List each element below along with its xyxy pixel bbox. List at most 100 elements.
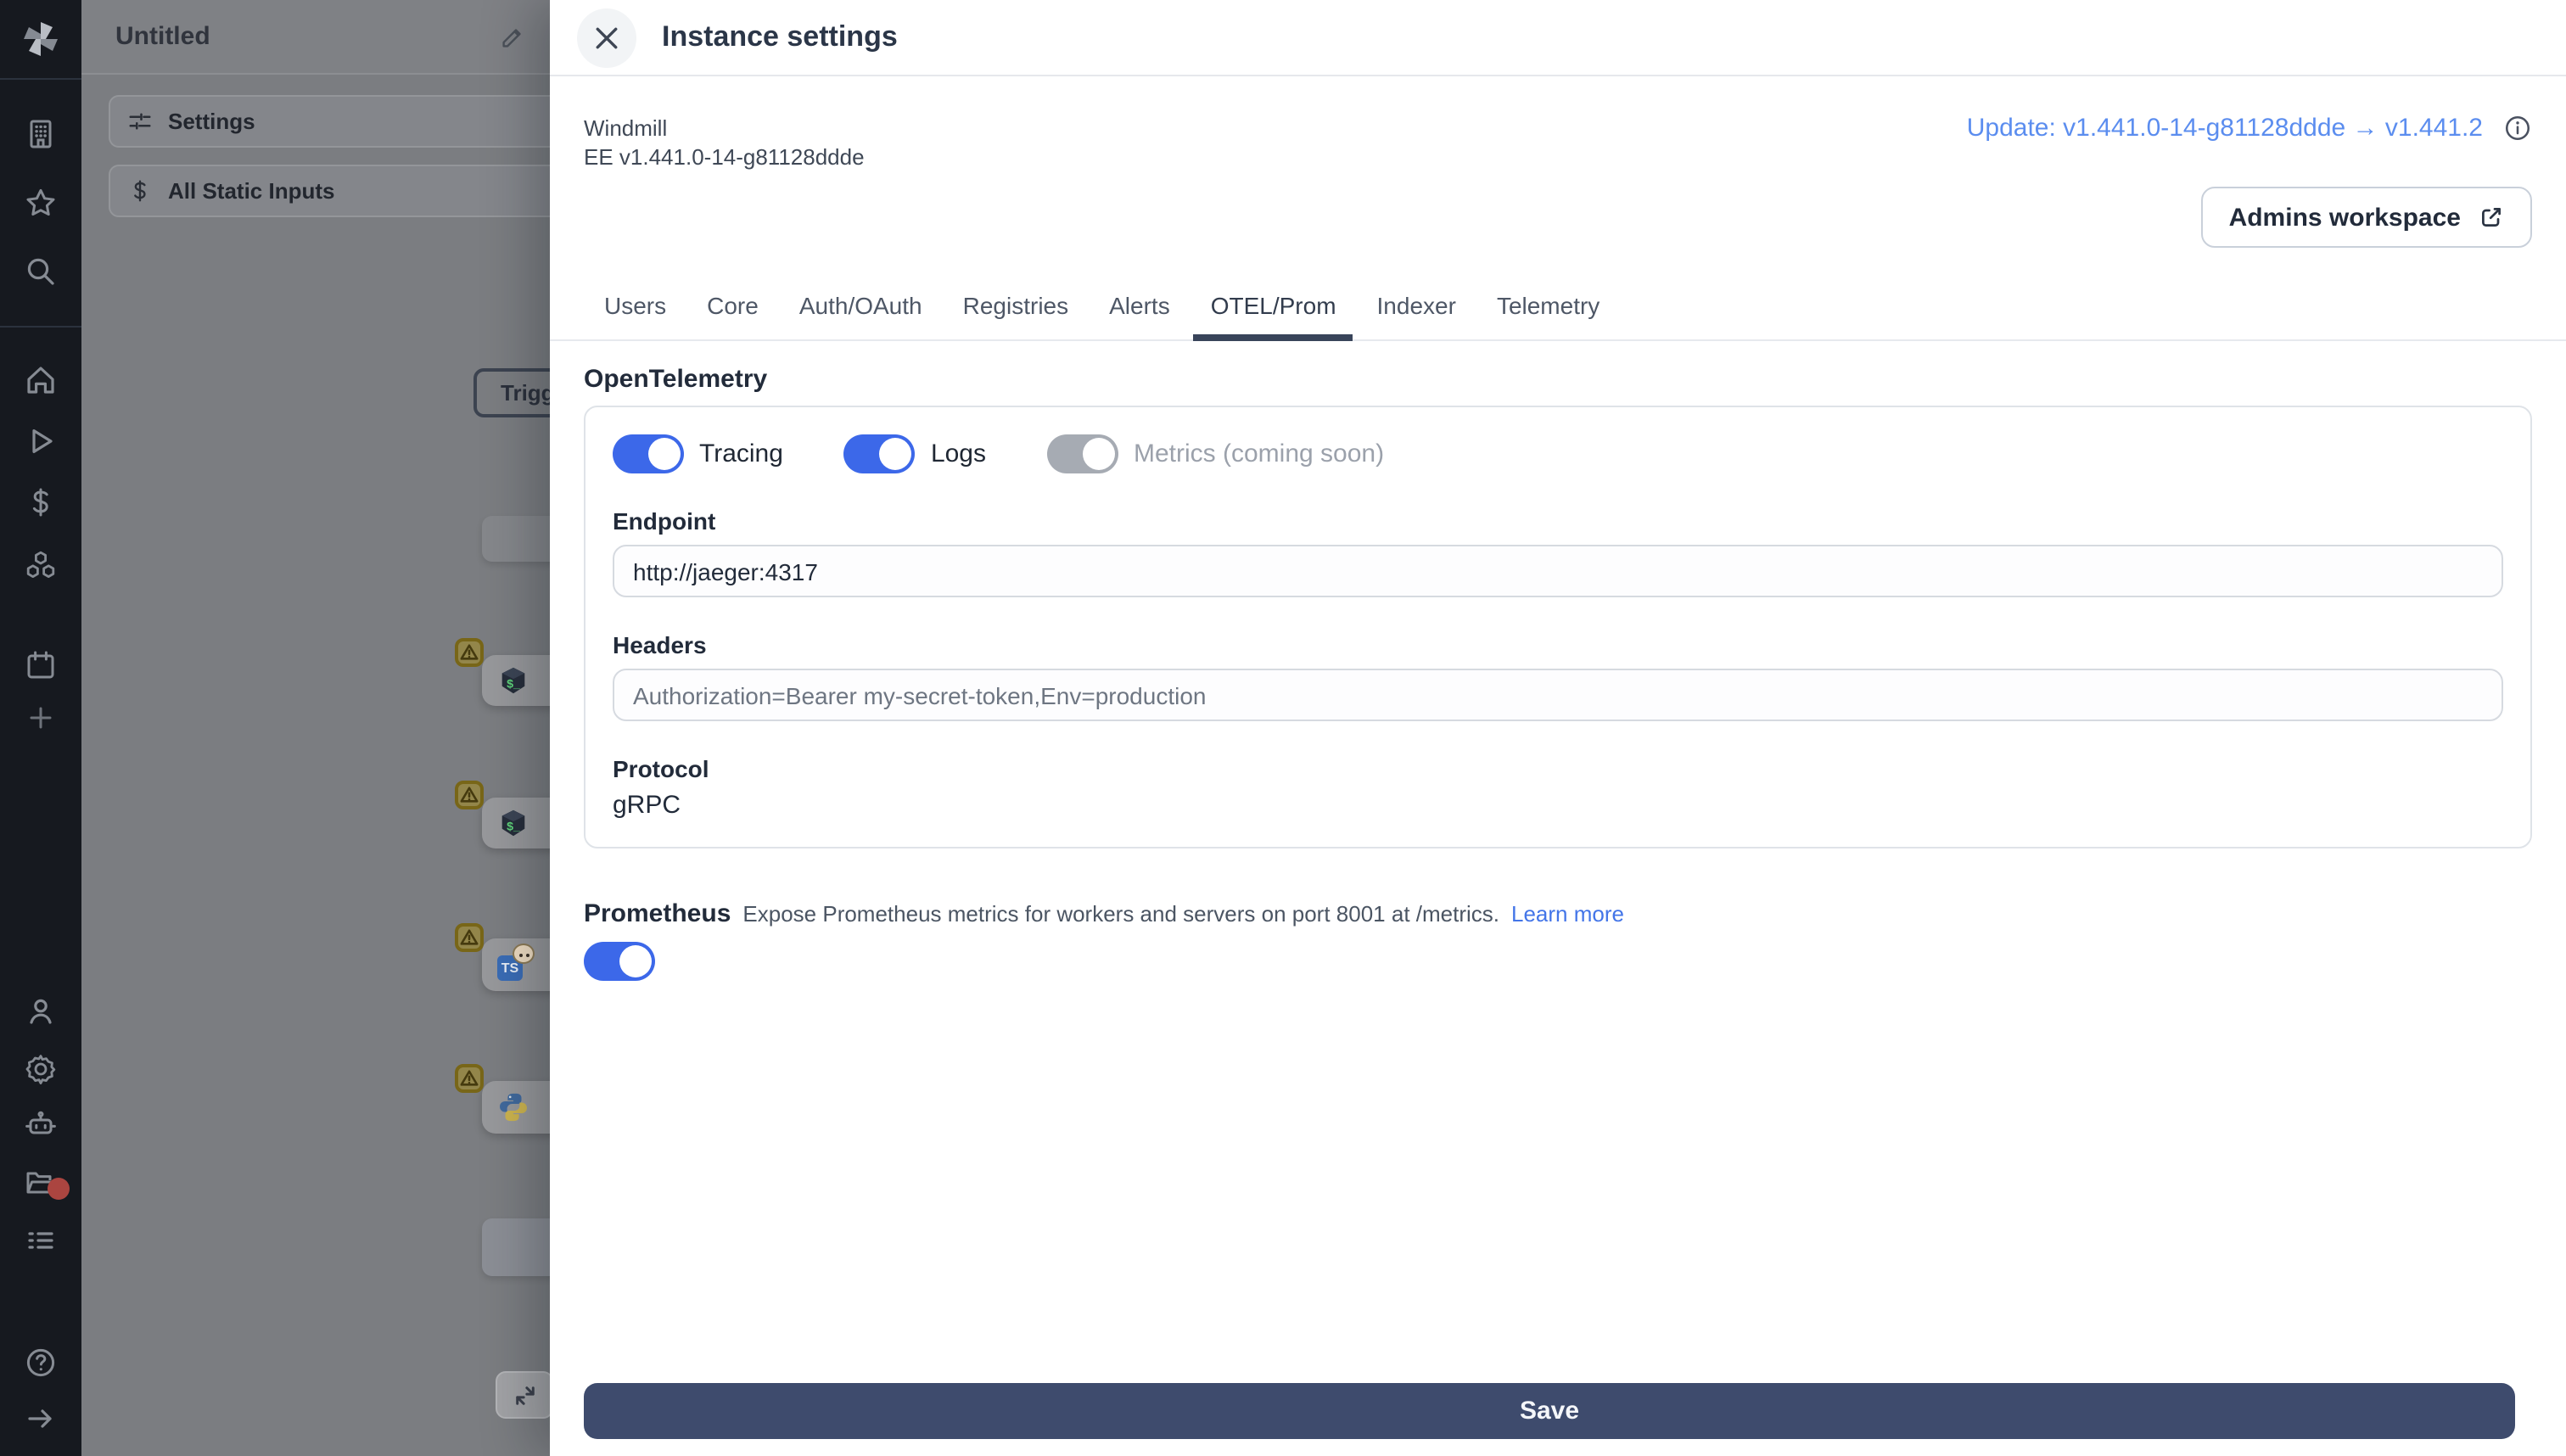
cubes-icon[interactable] [24,548,58,582]
tab-users[interactable]: Users [584,275,686,339]
flow-node-bash[interactable]: $_ [482,798,550,848]
settings-tabs: Users Core Auth/OAuth Registries Alerts … [550,275,2566,341]
help-icon[interactable] [24,1346,58,1380]
drawer-body: Windmill EE v1.441.0-14-g81128ddde Updat… [550,76,2566,1456]
tab-core[interactable]: Core [686,275,779,339]
warning-badge [455,781,484,809]
otel-settings-box: Tracing Logs Metrics (coming soon) Endpo… [584,406,2532,848]
tab-auth-oauth[interactable]: Auth/OAuth [779,275,943,339]
warning-badge [455,923,484,952]
app-sidebar [0,0,81,1456]
all-static-inputs-label: All Static Inputs [168,178,335,204]
logs-switch[interactable] [843,434,916,473]
warning-triangle-icon [460,929,479,945]
building-icon[interactable] [24,117,58,151]
flow-node-placeholder[interactable] [482,1218,550,1276]
warning-badge [455,1064,484,1093]
tab-otel-prom[interactable]: OTEL/Prom [1191,275,1357,341]
logs-label: Logs [930,440,986,468]
update-link[interactable]: Update: v1.441.0-14-g81128ddde → v1.441.… [1967,114,2483,143]
endpoint-label: Endpoint [613,507,716,535]
play-icon[interactable] [24,424,58,458]
update-area: Update: v1.441.0-14-g81128ddde → v1.441.… [1967,114,2532,143]
triggers-node[interactable]: Trigg [473,368,550,417]
svg-text:$_: $_ [507,820,521,833]
user-icon[interactable] [24,994,58,1028]
warning-triangle-icon [460,1070,479,1086]
otel-heading: OpenTelemetry [584,365,768,394]
prometheus-description: Expose Prometheus metrics for workers an… [742,901,1499,927]
tab-registries[interactable]: Registries [943,275,1090,339]
bash-script-icon: $_ [501,666,525,693]
flow-topbar: Untitled [81,0,550,75]
sidebar-divider [0,326,81,328]
warning-badge [455,638,484,667]
logs-toggle[interactable]: Logs [843,434,986,473]
star-icon[interactable] [24,187,58,221]
external-link-icon [2482,208,2501,227]
python-icon [500,1093,527,1122]
tab-telemetry[interactable]: Telemetry [1476,275,1620,339]
flow-settings-button[interactable]: Settings [109,95,550,148]
flow-settings-label: Settings [168,109,255,134]
learn-more-link[interactable]: Learn more [1511,901,1624,927]
notification-dot [48,1178,70,1200]
flow-node-typescript[interactable]: TS [482,938,550,991]
version-info: Windmill EE v1.441.0-14-g81128ddde [584,114,865,171]
headers-label: Headers [613,631,707,658]
headers-input[interactable] [613,669,2503,721]
close-icon [596,26,618,48]
admins-workspace-label: Admins workspace [2228,203,2461,232]
windmill-logo[interactable] [0,0,81,80]
sliders-icon [129,113,151,130]
gear-icon[interactable] [24,1052,58,1086]
app-window: Untitled Settings All Static Inputs Trig… [0,0,2566,1456]
prometheus-heading: Prometheus [584,899,731,928]
collapse-panel-button[interactable] [496,1371,550,1419]
dollar-icon [134,180,146,202]
triggers-node-label: Trigg [501,380,550,406]
bash-script-icon: $_ [501,809,525,836]
svg-text:$_: $_ [507,677,521,691]
app-name: Windmill [584,115,668,141]
info-icon[interactable] [2503,114,2532,143]
plus-icon[interactable] [24,701,58,735]
metrics-switch [1047,434,1118,473]
flow-node-bash[interactable]: $_ [482,655,550,706]
metrics-toggle: Metrics (coming soon) [1047,434,1384,473]
tab-alerts[interactable]: Alerts [1089,275,1191,339]
collapse-arrows-icon [515,1386,534,1404]
admins-workspace-button[interactable]: Admins workspace [2201,187,2532,248]
dollar-icon[interactable] [24,485,58,519]
protocol-value: gRPC [613,791,681,820]
admins-workspace-row: Admins workspace [584,187,2532,248]
warning-triangle-icon [460,787,479,803]
expand-arrow-icon[interactable] [24,1402,58,1436]
tracing-switch[interactable] [613,434,684,473]
all-static-inputs-button[interactable]: All Static Inputs [109,165,550,217]
edition-version: EE v1.441.0-14-g81128ddde [584,144,865,170]
robot-icon[interactable] [24,1108,58,1142]
search-icon[interactable] [24,255,58,288]
metrics-label: Metrics (coming soon) [1134,440,1385,468]
windmill-logo-icon [24,22,58,56]
runs-list-icon[interactable] [24,1224,58,1257]
flow-title: Untitled [115,22,210,51]
prometheus-row: Prometheus Expose Prometheus metrics for… [584,899,2532,928]
protocol-label: Protocol [613,755,709,782]
prometheus-switch[interactable] [584,942,655,981]
version-row: Windmill EE v1.441.0-14-g81128ddde Updat… [584,76,2532,171]
calendar-icon[interactable] [24,648,58,682]
home-icon[interactable] [24,363,58,397]
tracing-toggle[interactable]: Tracing [613,434,783,473]
tab-indexer[interactable]: Indexer [1357,275,1476,339]
flow-input-node[interactable] [482,516,550,562]
flow-editor-background: Untitled Settings All Static Inputs Trig… [81,0,550,1456]
close-button[interactable] [577,8,636,67]
endpoint-input[interactable] [613,545,2503,597]
drawer-title: Instance settings [662,20,898,53]
instance-settings-drawer: Instance settings Windmill EE v1.441.0-1… [550,0,2566,1456]
edit-pencil-icon[interactable] [499,23,526,50]
save-button[interactable]: Save [584,1383,2515,1439]
flow-node-python[interactable] [482,1081,550,1134]
